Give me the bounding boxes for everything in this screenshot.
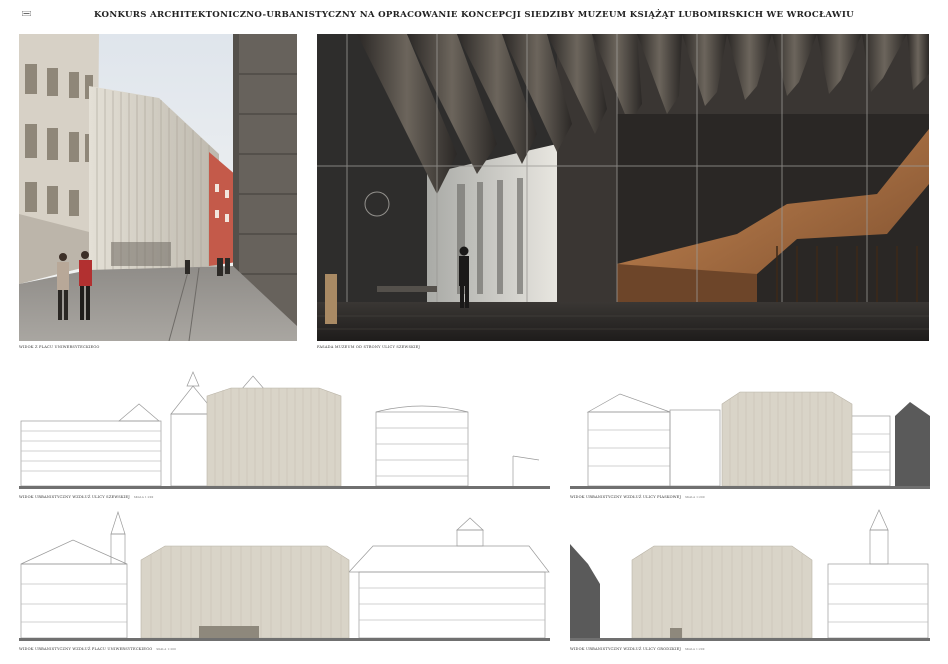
elevation-plac-title: WIDOK URBANISTYCZNY WZDŁUŻ PLACU UNIWERS… xyxy=(19,647,153,651)
elevation-szewska-scale: SKALA 1:200 xyxy=(133,496,154,499)
elevation-plac-caption: WIDOK URBANISTYCZNY WZDŁUŻ PLACU UNIWERS… xyxy=(19,647,176,651)
facade-view-caption: FASADA MUZEUM OD STRONY ULICY SZEWSKIEJ xyxy=(317,345,421,349)
street-view-image xyxy=(19,34,297,341)
elevation-piaskowa-caption: WIDOK URBANISTYCZNY WZDŁUŻ ULICY PIASKOW… xyxy=(570,495,705,499)
elevation-szewska-caption: WIDOK URBANISTYCZNY WZDŁUŻ ULICY SZEWSKI… xyxy=(19,495,153,499)
elevation-grodzka-drawing xyxy=(570,504,930,644)
street-view-caption: WIDOK Z PLACU UNIWERSYTECKIEGO xyxy=(19,345,100,349)
elevation-grodzka-caption: WIDOK URBANISTYCZNY WZDŁUŻ ULICY GRODZKI… xyxy=(570,647,705,651)
elevation-szewska-drawing xyxy=(19,356,550,492)
elevation-plac-scale: SKALA 1:200 xyxy=(156,648,176,651)
elevation-grodzka-title: WIDOK URBANISTYCZNY WZDŁUŻ ULICY GRODZKI… xyxy=(570,647,682,651)
elevation-grodzka-scale: SKALA 1:200 xyxy=(685,648,705,651)
facade-view-image xyxy=(317,34,929,341)
board-title: KONKURS ARCHITEKTONICZNO-URBANISTYCZNY N… xyxy=(94,10,854,20)
elevation-plac-drawing xyxy=(19,504,550,644)
elevation-piaskowa-title: WIDOK URBANISTYCZNY WZDŁUŻ ULICY PIASKOW… xyxy=(570,495,682,499)
elevation-szewska-title: WIDOK URBANISTYCZNY WZDŁUŻ ULICY SZEWSKI… xyxy=(19,495,130,499)
elevation-piaskowa-drawing xyxy=(570,386,930,492)
elevation-piaskowa-scale: SKALA 1:200 xyxy=(685,496,705,499)
